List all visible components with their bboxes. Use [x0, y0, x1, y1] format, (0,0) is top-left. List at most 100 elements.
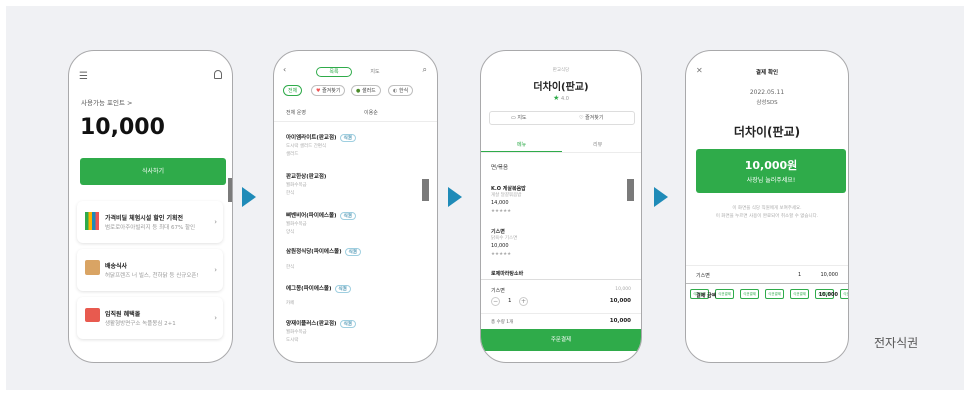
date: 2022.05.11	[749, 89, 785, 96]
header-small: 판교식당	[552, 68, 570, 73]
tab-menu[interactable]: 메뉴	[517, 141, 526, 148]
phone-payment: ✕ 결제 확인 2022.05.11 삼성SDS 더차이(판교) 10,000원…	[685, 50, 849, 363]
restaurant-meta: 한식	[286, 265, 295, 270]
card-subtitle: 범로로아주아빌리지 등 최대 67% 할인	[105, 225, 196, 231]
favorite-button[interactable]: ♡ 즐겨찾기	[579, 114, 603, 121]
arrow-right-icon	[242, 187, 256, 207]
scrollbar[interactable]	[422, 179, 429, 201]
restaurant-meta: 카페	[286, 301, 295, 306]
restaurant-item[interactable]: 에그몽(파이에스몰) 식권	[286, 284, 351, 293]
divider	[481, 313, 641, 314]
tab-list[interactable]: 목록	[316, 67, 352, 77]
restaurant-item[interactable]: 양재이플러스(판교점) 식권	[286, 319, 356, 328]
caption: 전자식권	[874, 336, 919, 350]
box-icon	[85, 260, 100, 275]
card-subtitle: 생활형방면구소 녹플몽심 2+1	[105, 321, 176, 327]
plus-button[interactable]: +	[519, 297, 528, 306]
tab-map[interactable]: 지도	[360, 67, 390, 77]
cart-summary-total: 10,000	[609, 318, 631, 324]
background-panel: ☰ 사용가능 포인트 > 10,000 식사하기 가격비딜 체험시설 할인 기획…	[6, 6, 964, 390]
filter-korean[interactable]: ◐ 한식	[388, 85, 414, 96]
restaurant-meta: 샐러드	[286, 152, 299, 157]
ticket-stamp: 식권결제	[790, 289, 809, 299]
chevron-right-icon: ›	[214, 314, 217, 322]
scrollbar[interactable]	[228, 178, 232, 202]
ticket-stamp: 식권결제	[740, 289, 759, 299]
minus-button[interactable]: −	[491, 297, 500, 306]
divider	[274, 121, 437, 122]
tab-review[interactable]: 리뷰	[593, 141, 602, 148]
delivery-card[interactable]: 배송식사 허닭프렌즈 너 빌스, 천하닭 등 신규오픈! ›	[77, 249, 223, 291]
restaurant-sub: 월화수목금	[286, 222, 307, 227]
filter-salad[interactable]: ● 샐러드	[351, 85, 381, 96]
menu-item-name[interactable]: K.O 게살볶음밥	[491, 185, 526, 192]
restaurant-meta: 양식	[286, 230, 295, 235]
row-qty: 1	[798, 272, 802, 278]
sort-right[interactable]: 이용순	[364, 109, 378, 116]
cart-item-total: 10,000	[609, 298, 631, 304]
divider	[481, 152, 641, 153]
restaurant-item[interactable]: 아이엠라이트(판교점) 식권	[286, 133, 356, 142]
restaurant-name: 더차이(판교)	[533, 82, 589, 93]
chevron-right-icon: ›	[214, 266, 217, 274]
menu-item-sub: 게살 달걀볶음밥	[491, 193, 522, 198]
cart-divider	[481, 279, 641, 280]
notice-line-1: 이 화면을 식당 직원에게 보여주세요.	[732, 206, 802, 211]
restaurant-item[interactable]: 판교한상(판교점)	[286, 172, 326, 180]
notice-line-2: 이 화면을 누르면 사용이 완료되어 취소할 수 없습니다.	[715, 214, 819, 219]
back-icon[interactable]: ‹	[283, 65, 286, 74]
menu-item-name[interactable]: 기스면	[491, 228, 505, 235]
points-label[interactable]: 사용가능 포인트 >	[81, 97, 132, 107]
page-title: 결제 확인	[755, 70, 779, 76]
card-subtitle: 허닭프렌즈 너 빌스, 천하닭 등 신규오픈!	[105, 273, 199, 279]
search-icon[interactable]: ⌕	[423, 65, 427, 75]
divider	[686, 265, 848, 266]
benefit-card[interactable]: 임직원 혜택몰 생활형방면구소 녹플몽심 2+1 ›	[77, 297, 223, 339]
promo-card[interactable]: 가격비딜 체험시설 할인 기획전 범로로아주아빌리지 등 최대 67% 할인 ›	[77, 201, 223, 243]
card-title: 가격비딜 체험시설 할인 기획전	[105, 215, 184, 222]
phone-menu: 판교식당 더차이(판교) ★ 4.0 ▭ 지도 ♡ 즐겨찾기 메뉴 리뷰 면/볶…	[480, 50, 642, 363]
eat-button[interactable]: 식사하기	[80, 158, 226, 185]
restaurant-sub: 월화수목금	[286, 330, 307, 335]
gift-icon	[85, 308, 100, 322]
amount-sub: 사장님 눌러주세요!	[746, 177, 796, 184]
order-button[interactable]: 주문결제	[481, 329, 641, 351]
phone-home: ☰ 사용가능 포인트 > 10,000 식사하기 가격비딜 체험시설 할인 기획…	[68, 50, 233, 363]
filter-favorite[interactable]: ♥ 즐겨찾기	[311, 85, 346, 96]
rating-stars: ★★★★★	[491, 252, 512, 257]
cart-item-name: 기스면	[491, 288, 505, 294]
menu-item-price: 10,000	[491, 243, 509, 249]
row-item: 기스면	[696, 273, 710, 279]
restaurant-sub: 월화수목금	[286, 183, 307, 188]
restaurant-item[interactable]: 삐벤비어(파이에스몰) 식권	[286, 211, 356, 220]
rating-stars: ★★★★★	[491, 209, 512, 214]
cart-summary-label: 총 수량 1개	[491, 320, 514, 325]
restaurant-item[interactable]: 삼원정식당(파이에스몰) 식권	[286, 247, 361, 256]
row-price: 10,000	[820, 272, 839, 278]
ticket-stamp: 식권결제	[765, 289, 784, 299]
quantity-value: 1	[508, 298, 512, 304]
scrollbar[interactable]	[627, 179, 634, 201]
restaurant-meta: 도시락	[286, 338, 299, 343]
cart-item-price: 10,000	[615, 287, 631, 292]
pay-amount-button[interactable]: 10,000원 사장님 눌러주세요!	[696, 149, 846, 193]
menu-icon[interactable]: ☰	[79, 71, 88, 82]
amount: 10,000원	[744, 159, 798, 172]
map-button[interactable]: ▭ 지도	[511, 114, 527, 121]
arrow-right-icon	[654, 187, 668, 207]
points-value: 10,000	[80, 115, 165, 140]
card-title: 임직원 혜택몰	[105, 311, 141, 318]
bell-icon[interactable]	[214, 70, 222, 79]
company: 삼성SDS	[756, 100, 778, 106]
menu-item-sub: 닭육수 기스면	[491, 236, 518, 241]
divider	[686, 283, 848, 284]
restaurant-sub: 도시락 샐러드 간편식	[286, 144, 327, 149]
total-label: 결제 금액	[696, 293, 717, 299]
filter-all[interactable]: 전체	[283, 85, 303, 96]
ticket-stamp: 식권결제	[840, 289, 848, 299]
menu-item-name[interactable]: 로제마라탕소바	[491, 270, 523, 277]
sort-left[interactable]: 전체 운영	[286, 109, 306, 116]
restaurant-meta: 한식	[286, 191, 295, 196]
section-label: 면/볶음	[491, 165, 509, 171]
menu-item-price: 14,000	[491, 200, 509, 206]
